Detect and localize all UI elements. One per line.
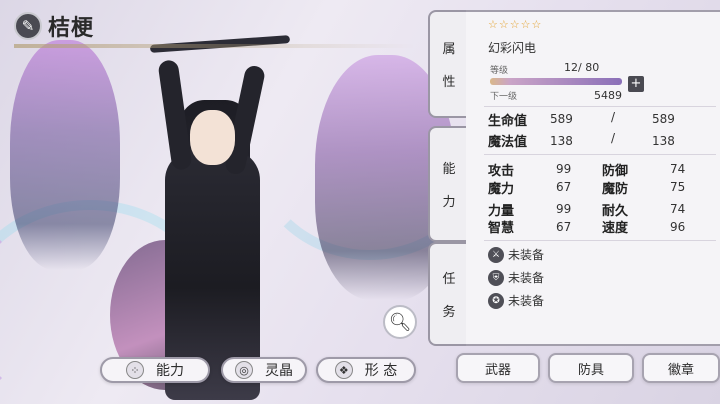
weapon-button[interactable]: 武器: [456, 353, 540, 383]
mp-max: 138: [652, 134, 675, 148]
hp-max: 589: [652, 112, 675, 126]
crystal-button[interactable]: ◎ 灵晶: [221, 357, 307, 383]
crystal-icon: ◎: [235, 361, 253, 379]
sword-icon: ⚔: [488, 246, 504, 263]
tab-ability[interactable]: 能 力: [428, 126, 468, 242]
character-artwork: [0, 0, 470, 404]
level-up-plus-button[interactable]: +: [628, 76, 644, 92]
status-panel: 属 性 能 力 任 务 ☆☆☆☆☆ 幻彩闪电 等级 12/ 80 + 下一级 5…: [428, 10, 720, 346]
class-emblem-icon: ✎: [14, 12, 42, 40]
level-progress-bar: [490, 78, 622, 85]
equip-slot-armor[interactable]: ⛨ 未装备: [488, 269, 544, 286]
afterimage-left: [10, 40, 120, 270]
tab-task-label-1: 任: [442, 272, 456, 287]
grid-dots-icon: ⁘: [126, 361, 144, 379]
equip-slot-badge[interactable]: ✪ 未装备: [488, 292, 544, 309]
hp-current: 589: [550, 112, 573, 126]
divider: [484, 106, 716, 107]
stat-endurance-value: 74: [670, 202, 686, 216]
stat-speed-label: 速度: [602, 221, 629, 236]
panel-tabs: 属 性 能 力 任 务: [428, 10, 468, 346]
mp-label: 魔法值: [488, 135, 528, 150]
equip-slot-weapon[interactable]: ⚔ 未装备: [488, 246, 544, 263]
tab-task[interactable]: 任 务: [428, 242, 468, 346]
job-title: 幻彩闪电: [488, 41, 537, 55]
badge-icon: ✪: [488, 292, 504, 309]
ability-button[interactable]: ⁘ 能力: [100, 357, 210, 383]
magnifier-icon: 🔍︎: [388, 311, 412, 333]
stat-attack-label: 攻击: [488, 164, 515, 179]
panel-content: ☆☆☆☆☆ 幻彩闪电 等级 12/ 80 + 下一级 5489 生命值 589 …: [466, 10, 720, 346]
stat-attack-value: 99: [556, 162, 572, 176]
stat-magic-defense-label: 魔防: [602, 182, 629, 197]
form-button-label: 形 态: [364, 363, 398, 379]
stat-wisdom-value: 67: [556, 220, 572, 234]
equip-weapon-label: 未装备: [508, 248, 545, 262]
armor-icon: ⛨: [488, 269, 504, 286]
stat-magic-defense-value: 75: [670, 180, 686, 194]
form-icon: ❖: [334, 361, 353, 379]
badge-button[interactable]: 徽章: [642, 353, 720, 383]
tab-attributes-label-2: 性: [442, 75, 456, 90]
hp-label: 生命值: [488, 114, 528, 129]
hero-figure: [110, 35, 310, 404]
character-title: ✎ 桔梗: [14, 8, 94, 44]
tab-ability-label-2: 力: [442, 195, 456, 210]
tab-task-label-2: 务: [442, 305, 456, 320]
stat-defense-label: 防御: [602, 164, 629, 179]
armor-button[interactable]: 防具: [548, 353, 634, 383]
stat-magic-value: 67: [556, 180, 572, 194]
stat-strength-value: 99: [556, 202, 572, 216]
equip-armor-label: 未装备: [508, 271, 545, 285]
zoom-button[interactable]: 🔍︎: [383, 305, 417, 339]
divider: [484, 240, 716, 241]
mp-current: 138: [550, 134, 573, 148]
stat-magic-label: 魔力: [488, 182, 515, 197]
rarity-stars: ☆☆☆☆☆: [488, 18, 543, 31]
next-level-value: 5489: [594, 89, 622, 102]
mp-slash: /: [611, 131, 616, 145]
ability-button-label: 能力: [156, 363, 184, 379]
tab-attributes[interactable]: 属 性: [428, 10, 468, 118]
character-name: 桔梗: [48, 16, 95, 41]
crystal-button-label: 灵晶: [265, 363, 293, 379]
stat-wisdom-label: 智慧: [488, 221, 515, 236]
level-value: 12/ 80: [564, 61, 600, 74]
tab-ability-label-1: 能: [442, 162, 456, 177]
next-level-label: 下一级: [490, 92, 518, 102]
divider: [484, 154, 716, 155]
stat-defense-value: 74: [670, 162, 686, 176]
level-label: 等级: [490, 66, 509, 76]
tab-attributes-label-1: 属: [442, 42, 456, 57]
hp-slash: /: [611, 110, 616, 124]
equip-badge-label: 未装备: [508, 294, 545, 308]
stat-speed-value: 96: [670, 220, 686, 234]
title-underline: [14, 44, 414, 48]
form-button[interactable]: ❖ 形 态: [316, 357, 416, 383]
